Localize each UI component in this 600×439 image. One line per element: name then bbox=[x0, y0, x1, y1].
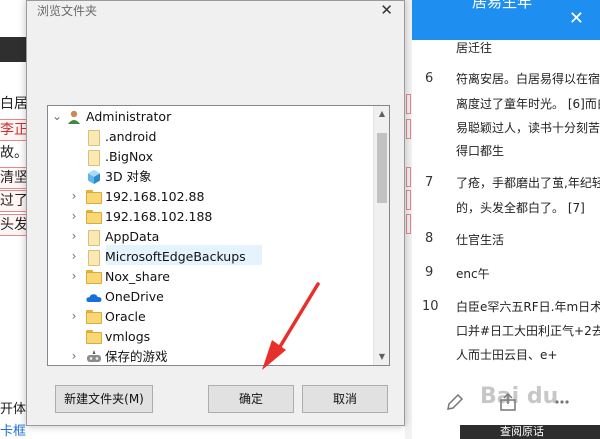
article-line: 居迁往 bbox=[456, 41, 493, 55]
folder-icon bbox=[86, 309, 102, 325]
tree-item-label: 保存的游戏 bbox=[105, 349, 168, 364]
saved-games-icon bbox=[86, 349, 102, 365]
background-text: 卡框 bbox=[0, 424, 26, 439]
article-line: 仕官生活 bbox=[456, 233, 505, 247]
tree-item-microsoftedgebackups[interactable]: › MicrosoftEdgeBackups bbox=[48, 247, 374, 267]
tree-item-vmlogs[interactable]: vmlogs bbox=[48, 327, 374, 347]
tree-item-label: OneDrive bbox=[105, 289, 164, 304]
article-line: 离度过了童年时光。 [6]而白 bbox=[456, 97, 600, 111]
background-margin-strip bbox=[405, 0, 412, 439]
background-highlight-mark bbox=[406, 190, 411, 210]
close-icon[interactable]: ✕ bbox=[569, 8, 584, 29]
tree-item-administrator[interactable]: ⌄ Administrator bbox=[48, 107, 374, 127]
tree-item-label: Oracle bbox=[105, 309, 146, 324]
folder-icon bbox=[86, 329, 102, 345]
close-icon[interactable]: ✕ bbox=[380, 1, 393, 19]
article-line: 人而士田云目、e+ bbox=[456, 348, 558, 362]
chevron-right-icon[interactable]: › bbox=[68, 209, 80, 223]
cancel-button[interactable]: 取消 bbox=[302, 385, 388, 413]
scroll-up-icon[interactable]: ▲ bbox=[374, 106, 389, 122]
folder-icon bbox=[86, 129, 102, 146]
background-text: 过了 bbox=[0, 190, 26, 212]
article-line: 易聪颖过人，读书十分刻苦 bbox=[456, 121, 600, 135]
background-text: 头发 bbox=[0, 214, 26, 236]
folder-icon bbox=[86, 189, 102, 205]
background-text: 开体 bbox=[0, 402, 26, 417]
background-highlight-mark bbox=[406, 119, 411, 139]
list-number: 10 bbox=[422, 299, 439, 314]
tree-item-bignox[interactable]: .BigNox bbox=[48, 147, 374, 167]
tree-item-folder[interactable]: › 192.168.102.188 bbox=[48, 207, 374, 227]
folder-icon bbox=[86, 269, 102, 285]
list-number: 8 bbox=[425, 231, 434, 246]
vertical-scrollbar[interactable]: ▲ ▼ bbox=[373, 106, 389, 365]
tree-item-nox-share[interactable]: › Nox_share bbox=[48, 267, 374, 287]
list-number: 7 bbox=[425, 175, 434, 190]
article-line: 白臣e罕六五RF日.年m日术 bbox=[456, 300, 600, 314]
folder-icon bbox=[86, 209, 102, 225]
tree-item-label: .BigNox bbox=[105, 149, 153, 164]
chevron-right-icon[interactable]: › bbox=[68, 269, 80, 283]
tree-item-label: 192.168.102.88 bbox=[105, 189, 205, 204]
article-line: 的，头发全都白了。 [7] bbox=[456, 201, 585, 215]
tree-item-label: Nox_share bbox=[105, 269, 170, 284]
article-line: enc午 bbox=[456, 267, 490, 281]
folder-tree[interactable]: ⌄ Administrator .android .BigNox 3D 对象 › bbox=[47, 105, 390, 366]
folder-icon bbox=[86, 249, 102, 266]
browse-folder-dialog: 浏览文件夹 ✕ ⌄ Administrator .android .BigNox bbox=[26, 0, 405, 426]
background-document-left: 白居 李正 故。 清坚 过了 头发 开体 卡框 bbox=[0, 0, 26, 439]
folder-icon bbox=[86, 149, 102, 166]
tree-item-label: MicrosoftEdgeBackups bbox=[105, 249, 246, 264]
tree-item-folder[interactable]: › 192.168.102.88 bbox=[48, 187, 374, 207]
dialog-title: 浏览文件夹 bbox=[37, 4, 98, 18]
tree-item-label: .android bbox=[105, 129, 157, 144]
onedrive-icon bbox=[86, 289, 102, 305]
background-article-panel: 居易生年 ✕ 居迁往 6 符离安居。白居易得以在宿 离度过了童年时光。 [6]而… bbox=[412, 0, 600, 439]
new-folder-button[interactable]: 新建文件夹(M) bbox=[55, 385, 153, 413]
article-header-title: 居易生年 bbox=[472, 0, 533, 11]
chevron-right-icon[interactable]: › bbox=[68, 349, 80, 363]
tree-item-label: vmlogs bbox=[105, 329, 151, 344]
tree-item-oracle[interactable]: › Oracle bbox=[48, 307, 374, 327]
background-text: 故。 bbox=[0, 145, 26, 161]
chevron-right-icon[interactable]: › bbox=[68, 189, 80, 203]
chevron-right-icon[interactable]: › bbox=[68, 309, 80, 323]
article-line: 符离安居。白居易得以在宿 bbox=[456, 72, 600, 86]
tree-item-saved-games[interactable]: › 保存的游戏 bbox=[48, 347, 374, 365]
tree-item-label: 3D 对象 bbox=[105, 169, 152, 184]
user-icon bbox=[66, 109, 82, 125]
article-line: 了疮，手都磨出了茧,年纪轻 bbox=[456, 176, 600, 190]
folder-icon bbox=[86, 229, 102, 246]
tree-item-onedrive[interactable]: OneDrive bbox=[48, 287, 374, 307]
scroll-down-icon[interactable]: ▼ bbox=[374, 349, 389, 365]
article-header: 居易生年 ✕ bbox=[412, 0, 600, 40]
tree-item-android[interactable]: .android bbox=[48, 127, 374, 147]
tree-item-label: Administrator bbox=[86, 109, 172, 124]
ok-button[interactable]: 确定 bbox=[208, 385, 294, 413]
article-line: 口并#日工大田利正气+2去 bbox=[456, 324, 600, 338]
edit-icon[interactable] bbox=[445, 392, 465, 412]
tree-item-label: AppData bbox=[105, 229, 160, 244]
background-highlight-mark bbox=[406, 214, 411, 234]
background-text: 白居 bbox=[0, 96, 26, 112]
background-text: 李正 bbox=[0, 119, 26, 141]
bottom-tab[interactable]: 查阅原话 bbox=[460, 425, 600, 439]
background-highlight-mark bbox=[406, 167, 411, 187]
chevron-down-icon[interactable]: ⌄ bbox=[51, 109, 63, 123]
3d-objects-icon bbox=[86, 169, 102, 185]
chevron-right-icon[interactable]: › bbox=[68, 229, 80, 243]
background-text: 清坚 bbox=[0, 167, 26, 189]
background-toolbar bbox=[0, 37, 26, 62]
list-number: 9 bbox=[425, 265, 434, 280]
tree-item-3d-objects[interactable]: 3D 对象 bbox=[48, 167, 374, 187]
background-highlight-mark bbox=[406, 94, 411, 114]
article-line: 得口都生 bbox=[456, 144, 505, 158]
tree-item-label: 192.168.102.188 bbox=[105, 209, 213, 224]
list-number: 6 bbox=[425, 71, 434, 86]
tree-item-appdata[interactable]: › AppData bbox=[48, 227, 374, 247]
chevron-right-icon[interactable]: › bbox=[68, 249, 80, 263]
scrollbar-thumb[interactable] bbox=[377, 133, 387, 203]
watermark-logo: Bai du bbox=[480, 384, 559, 409]
